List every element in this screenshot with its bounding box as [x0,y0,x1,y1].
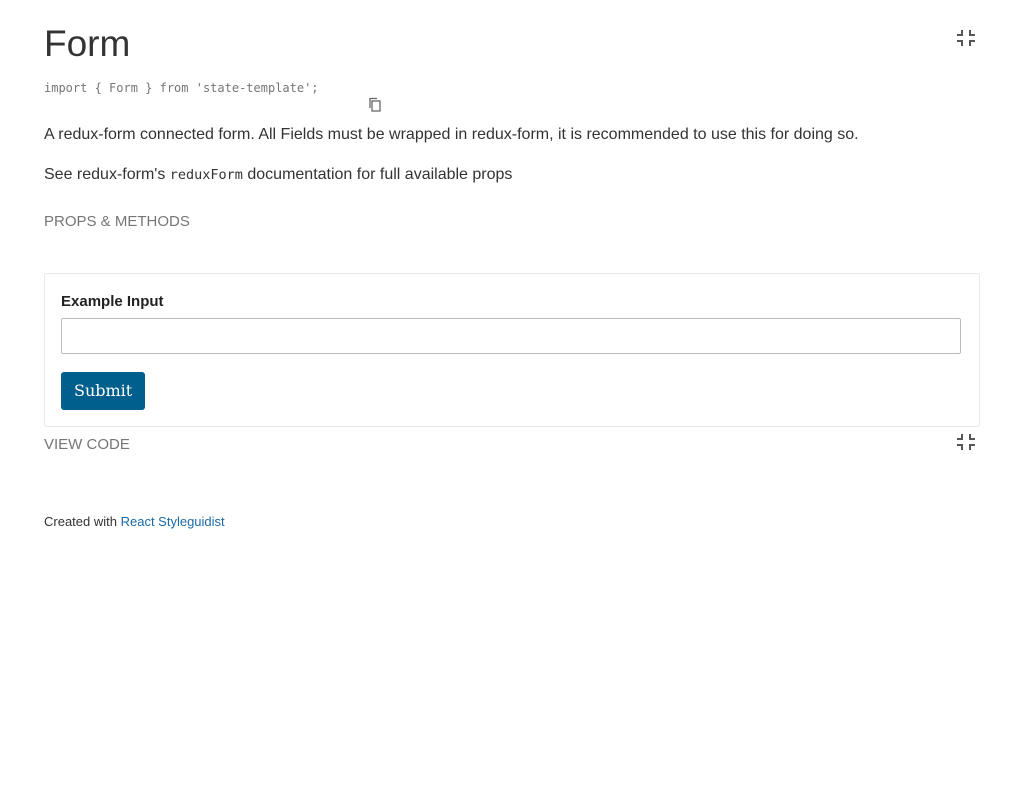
view-code-tab[interactable]: VIEW CODE [44,435,130,455]
component-description: A redux-form connected form. All Fields … [44,126,859,143]
description-text-before: See redux-form's [44,166,170,183]
react-styleguidist-link[interactable]: React Styleguidist [121,514,225,529]
footer-prefix: Created with [44,514,121,529]
footer: Created with React Styleguidist [44,513,225,531]
description-text-after: documentation for full available props [242,166,513,183]
collapse-arrows-icon[interactable] [956,432,976,452]
import-statement: import { Form } from 'state-template'; [44,77,381,112]
copy-icon[interactable] [325,77,381,112]
example-input-label: Example Input [61,293,164,310]
import-statement-text: import { Form } from 'state-template'; [44,81,319,95]
redux-form-code: reduxForm [169,167,243,183]
submit-button[interactable]: Submit [61,372,146,410]
page-title: Form [44,23,131,64]
example-input-field[interactable] [61,318,961,354]
example-preview: Example Input Submit [44,273,980,427]
props-methods-tab[interactable]: PROPS & METHODS [44,212,190,232]
component-description-props-note: See redux-form's reduxForm documentation… [44,164,512,186]
collapse-arrows-icon[interactable] [956,28,976,48]
